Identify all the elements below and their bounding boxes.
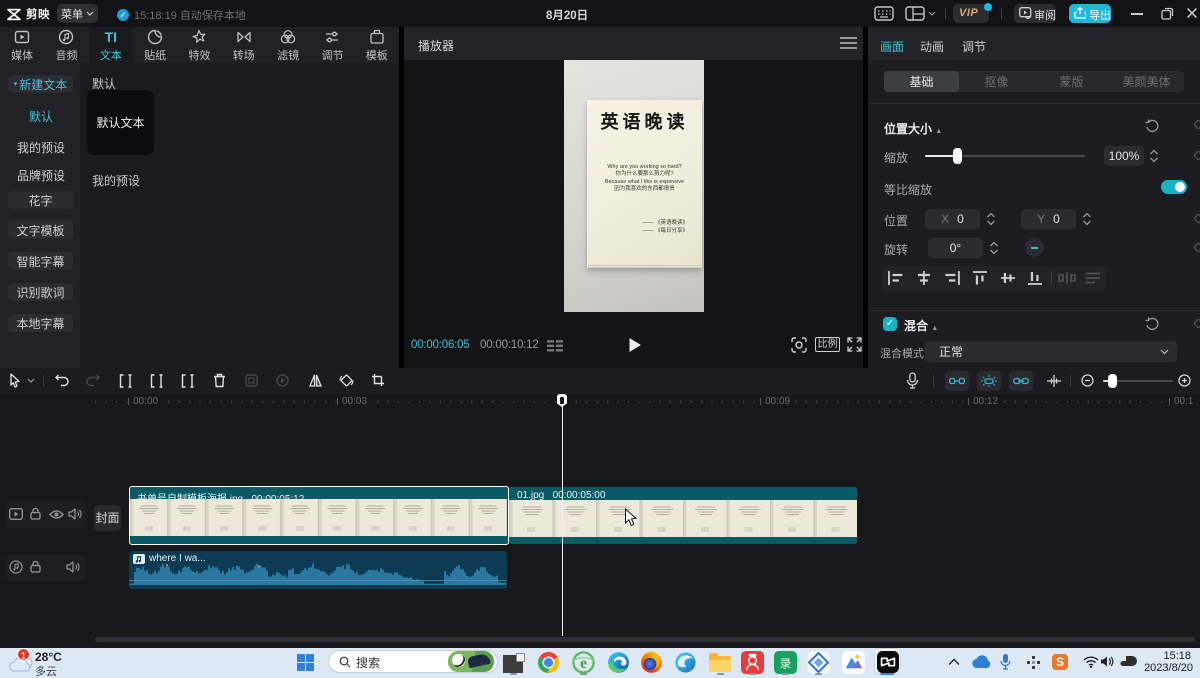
svg-text:录: 录	[779, 657, 791, 670]
